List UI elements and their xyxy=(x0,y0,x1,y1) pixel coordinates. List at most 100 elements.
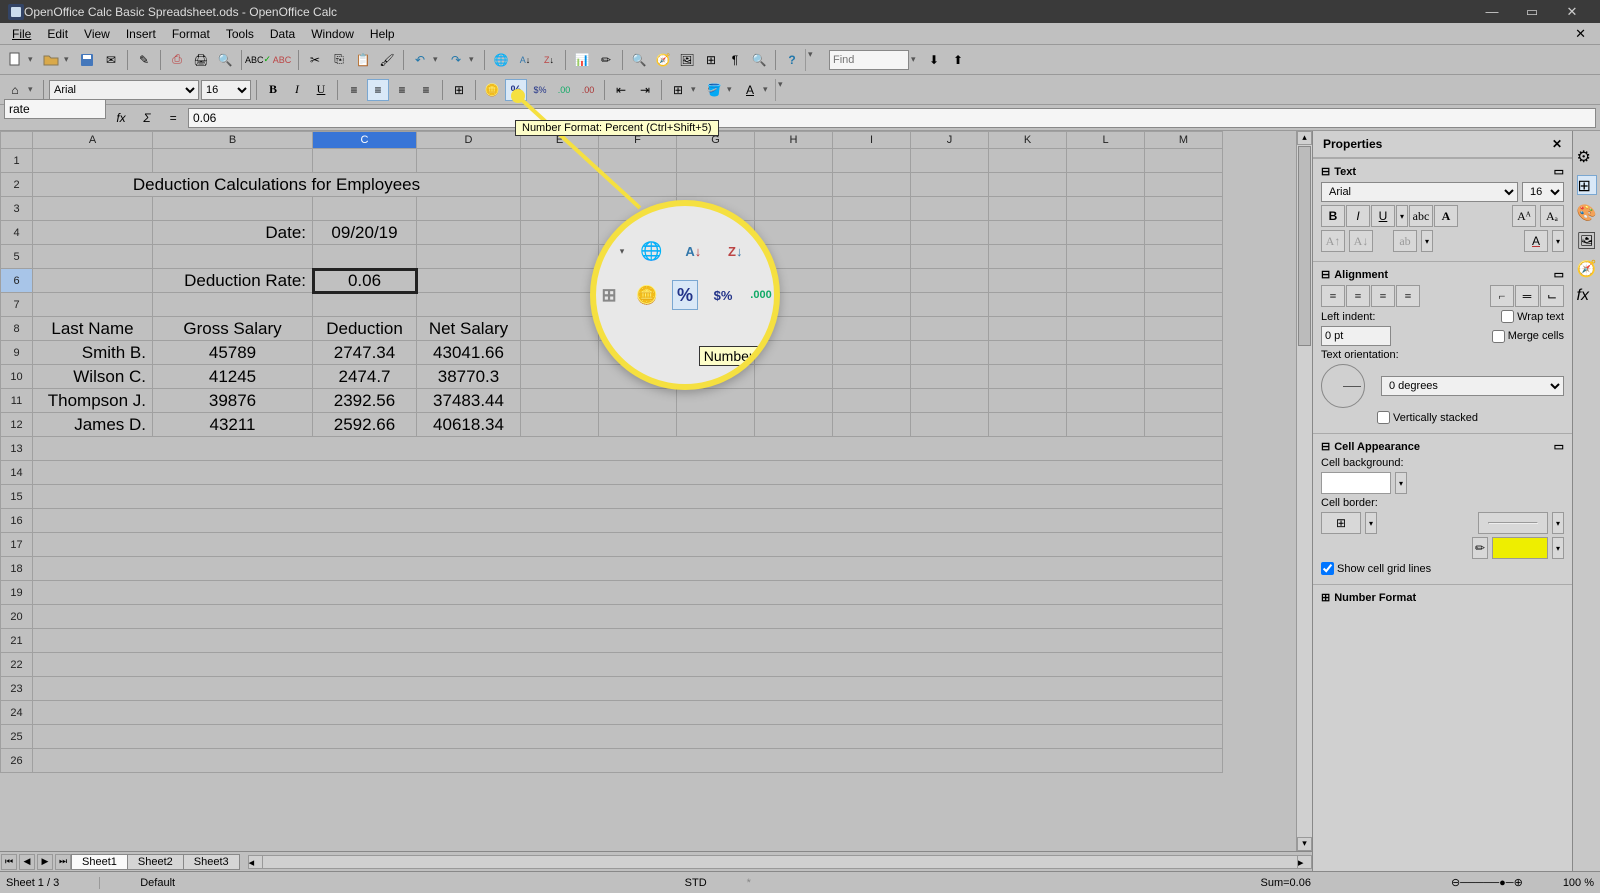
panel-shrink-button[interactable]: A↓ xyxy=(1349,230,1373,252)
row-header-12[interactable]: 12 xyxy=(1,413,33,437)
autospell-button[interactable]: ABC xyxy=(271,49,293,71)
toolbar-overflow[interactable]: ▾ xyxy=(805,49,815,71)
col-header-M[interactable]: M xyxy=(1145,132,1223,149)
panel-super-button[interactable]: Aᴬ xyxy=(1512,205,1536,227)
row-header-10[interactable]: 10 xyxy=(1,365,33,389)
row-header-9[interactable]: 9 xyxy=(1,341,33,365)
cell-A10[interactable]: Wilson C. xyxy=(33,365,153,389)
row-header-5[interactable]: 5 xyxy=(1,245,33,269)
redo-button[interactable]: ↷ xyxy=(445,49,467,71)
vertically-stacked-checkbox[interactable]: Vertically stacked xyxy=(1377,411,1478,424)
border-style-picker[interactable]: ⊞ xyxy=(1321,512,1361,534)
sidebar-properties-icon[interactable]: ⊞ xyxy=(1577,175,1597,195)
panel-valign-bot[interactable]: ⌙ xyxy=(1540,285,1564,307)
menu-view[interactable]: View xyxy=(76,25,118,43)
cell-D11[interactable]: 37483.44 xyxy=(417,389,521,413)
border-color-swatch[interactable] xyxy=(1492,537,1548,559)
row-header-1[interactable]: 1 xyxy=(1,149,33,173)
status-mode[interactable]: STD xyxy=(685,877,707,889)
cell-A11[interactable]: Thompson J. xyxy=(33,389,153,413)
row-header-11[interactable]: 11 xyxy=(1,389,33,413)
row-header-4[interactable]: 4 xyxy=(1,221,33,245)
align-center-button[interactable]: ≡ xyxy=(367,79,389,101)
row-header-6[interactable]: 6 xyxy=(1,269,33,293)
format-paintbrush-button[interactable]: 🖌 xyxy=(376,49,398,71)
styles-button[interactable]: ⌂ xyxy=(4,79,26,101)
find-dropdown[interactable]: ▾ xyxy=(911,54,921,65)
menu-tools[interactable]: Tools xyxy=(218,25,262,43)
find-next-button[interactable]: ⬇ xyxy=(923,49,945,71)
menu-format[interactable]: Format xyxy=(164,25,218,43)
underline-button[interactable]: U xyxy=(310,79,332,101)
cell-C9[interactable]: 2747.34 xyxy=(313,341,417,365)
zoom-button[interactable]: 🔍 xyxy=(748,49,770,71)
status-zoom[interactable]: 100 % xyxy=(1563,877,1594,889)
border-line-picker[interactable] xyxy=(1478,512,1548,534)
tab-first-button[interactable]: ⏮ xyxy=(1,854,17,870)
panel-align-right[interactable]: ≡ xyxy=(1371,285,1395,307)
row-header-2[interactable]: 2 xyxy=(1,173,33,197)
email-button[interactable]: ✉ xyxy=(100,49,122,71)
panel-bold-button[interactable]: B xyxy=(1321,205,1345,227)
cell-B9[interactable]: 45789 xyxy=(153,341,313,365)
bold-button[interactable]: B xyxy=(262,79,284,101)
row-header-7[interactable]: 7 xyxy=(1,293,33,317)
cut-button[interactable]: ✂ xyxy=(304,49,326,71)
wrap-text-checkbox[interactable]: Wrap text xyxy=(1501,310,1564,323)
font-name-select[interactable]: Arial xyxy=(49,80,199,100)
print-button[interactable]: 🖨 xyxy=(190,49,212,71)
name-box[interactable] xyxy=(4,99,106,119)
tab-prev-button[interactable]: ◀ xyxy=(19,854,35,870)
sort-asc-button[interactable]: A↓ xyxy=(514,49,536,71)
panel-align-center[interactable]: ≡ xyxy=(1346,285,1370,307)
open-dropdown[interactable]: ▾ xyxy=(64,54,74,65)
panel-shadow-button[interactable]: A xyxy=(1434,205,1458,227)
status-style[interactable]: Default xyxy=(140,877,175,889)
menu-data[interactable]: Data xyxy=(262,25,303,43)
cell-B11[interactable]: 39876 xyxy=(153,389,313,413)
minimize-button[interactable]: — xyxy=(1472,0,1512,23)
grid-lines-checkbox[interactable]: Show cell grid lines xyxy=(1321,562,1431,575)
orientation-dial[interactable] xyxy=(1321,364,1365,408)
menu-file[interactable]: File xyxy=(4,25,39,43)
col-header-C[interactable]: C xyxy=(313,132,417,149)
italic-button[interactable]: I xyxy=(286,79,308,101)
panel-highlight-button[interactable]: ab xyxy=(1393,230,1417,252)
sort-desc-button[interactable]: Z↓ xyxy=(538,49,560,71)
cell-header-gross[interactable]: Gross Salary xyxy=(153,317,313,341)
tab-next-button[interactable]: ▶ xyxy=(37,854,53,870)
sheet-tab-1[interactable]: Sheet1 xyxy=(71,854,128,870)
merge-cells-button[interactable]: ⊞ xyxy=(448,79,470,101)
cell-C12[interactable]: 2592.66 xyxy=(313,413,417,437)
vertical-scrollbar[interactable]: ▴▾ xyxy=(1296,131,1312,851)
cell-date-label[interactable]: Date: xyxy=(153,221,313,245)
horizontal-scrollbar[interactable]: ◂▸ xyxy=(248,855,1312,869)
panel-valign-mid[interactable]: ═ xyxy=(1515,285,1539,307)
status-sum[interactable]: Sum=0.06 xyxy=(1261,877,1311,889)
undo-button[interactable]: ↶ xyxy=(409,49,431,71)
menu-window[interactable]: Window xyxy=(303,25,362,43)
find-input[interactable] xyxy=(829,50,909,70)
cell-header-deduction[interactable]: Deduction xyxy=(313,317,417,341)
cell-B12[interactable]: 43211 xyxy=(153,413,313,437)
fmt-overflow[interactable]: ▾ xyxy=(775,79,785,101)
maximize-button[interactable]: ▭ xyxy=(1512,0,1552,23)
find-prev-button[interactable]: ⬆ xyxy=(947,49,969,71)
cell-bg-picker[interactable] xyxy=(1321,472,1391,494)
col-header-L[interactable]: L xyxy=(1067,132,1145,149)
panel-grow-button[interactable]: A↑ xyxy=(1321,230,1345,252)
panel-font-select[interactable]: Arial xyxy=(1321,182,1518,202)
sidebar-gallery-icon[interactable]: 🖼 xyxy=(1577,231,1597,251)
col-header-D[interactable]: D xyxy=(417,132,521,149)
sidebar-functions-icon[interactable]: fx xyxy=(1577,287,1597,307)
cell-A12[interactable]: James D. xyxy=(33,413,153,437)
sheet-tab-3[interactable]: Sheet3 xyxy=(183,854,240,870)
panel-close-icon[interactable]: ✕ xyxy=(1552,137,1562,151)
sum-button[interactable]: Σ xyxy=(136,108,158,128)
paste-button[interactable]: 📋 xyxy=(352,49,374,71)
status-sheet[interactable]: Sheet 1 / 3 xyxy=(6,877,100,889)
hyperlink-button[interactable]: 🌐 xyxy=(490,49,512,71)
panel-sub-button[interactable]: Aₐ xyxy=(1540,205,1564,227)
cell-rate-label[interactable]: Deduction Rate: xyxy=(153,269,313,293)
col-header-J[interactable]: J xyxy=(911,132,989,149)
